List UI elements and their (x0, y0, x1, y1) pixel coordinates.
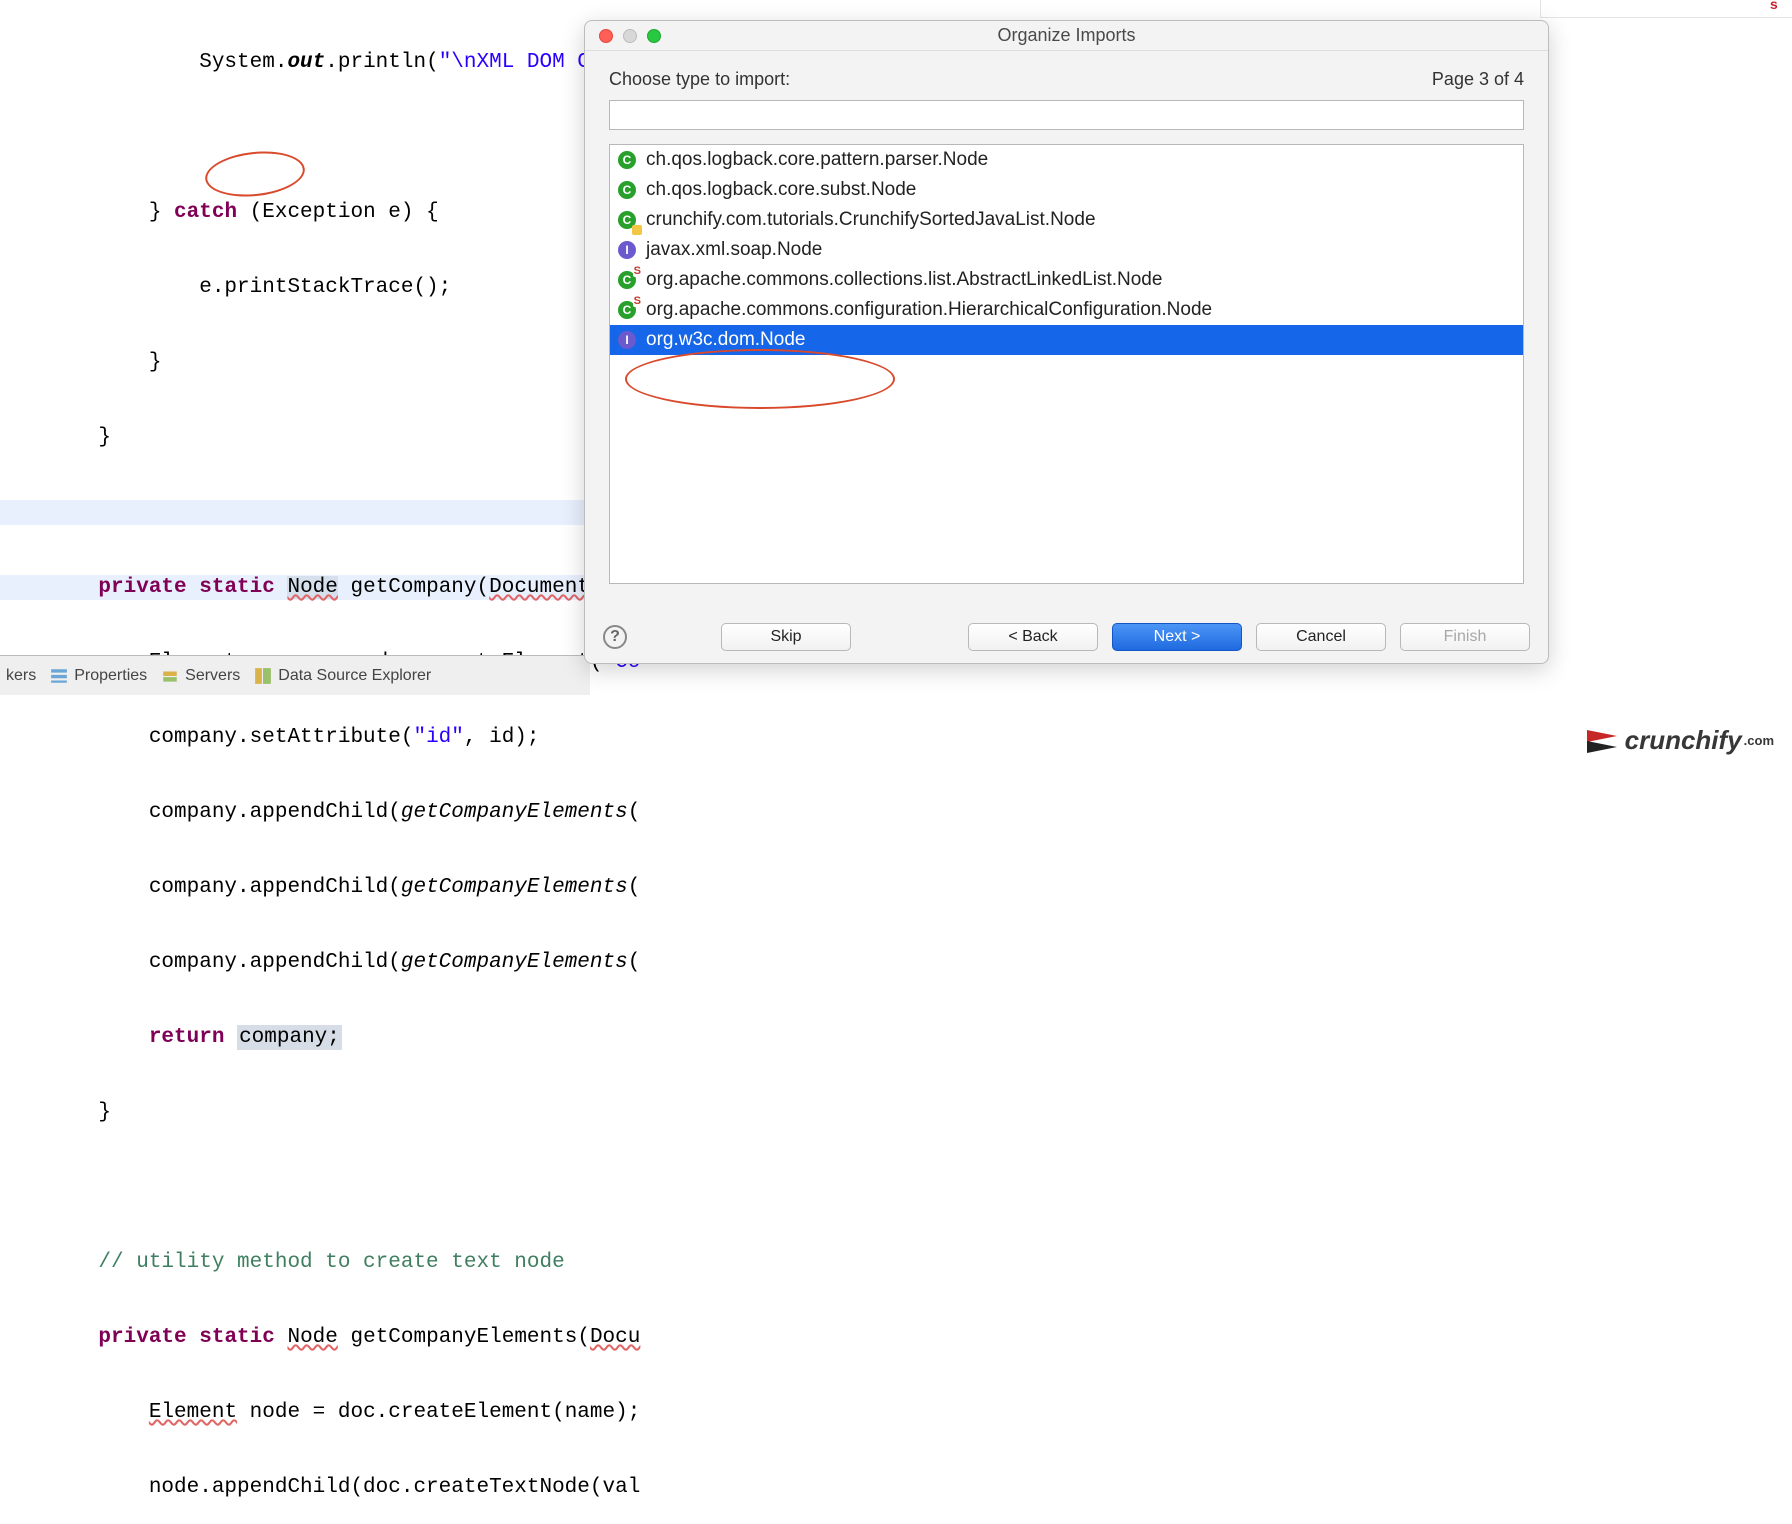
type-option-label: org.w3c.dom.Node (646, 329, 805, 351)
crunchify-mark-icon (1587, 730, 1621, 752)
class-icon: C (618, 181, 636, 199)
skip-button[interactable]: Skip (721, 623, 851, 651)
type-option-selected[interactable]: I org.w3c.dom.Node (610, 325, 1523, 355)
type-option-label: org.apache.commons.configuration.Hierarc… (646, 299, 1212, 321)
code-line: } (0, 350, 590, 375)
back-button[interactable]: < Back (968, 623, 1098, 651)
code-line: company.setAttribute("id", id); (0, 725, 590, 750)
dialog-title: Organize Imports (585, 25, 1548, 46)
code-line: System.out.println("\nXML DOM Created Su… (0, 50, 590, 75)
crunchify-logo: crunchify.com (1587, 725, 1774, 756)
type-option[interactable]: I javax.xml.soap.Node (610, 235, 1523, 265)
code-line (0, 1175, 590, 1200)
code-line: company.appendChild(getCompanyElements( (0, 800, 590, 825)
dialog-button-row: ? Skip < Back Next > Cancel Finish (603, 623, 1530, 651)
code-line: private static Node getCompany(Document … (0, 575, 590, 600)
type-filter-input[interactable] (609, 100, 1524, 130)
type-option-label: crunchify.com.tutorials.CrunchifySortedJ… (646, 209, 1096, 231)
bottom-tab-bar: kers Properties Servers Data Source Expl… (0, 655, 590, 695)
choose-type-label: Choose type to import: (609, 69, 790, 90)
organize-imports-dialog: Organize Imports Choose type to import: … (584, 20, 1549, 664)
logo-text: crunchify (1625, 725, 1742, 756)
type-option-label: ch.qos.logback.core.pattern.parser.Node (646, 149, 988, 171)
code-line: e.printStackTrace(); (0, 275, 590, 300)
type-option[interactable]: C ch.qos.logback.core.pattern.parser.Nod… (610, 145, 1523, 175)
code-editor[interactable]: System.out.println("\nXML DOM Created Su… (0, 0, 590, 655)
logo-suffix: .com (1744, 733, 1774, 748)
code-line: private static Node getCompanyElements(D… (0, 1325, 590, 1350)
type-option-label: org.apache.commons.collections.list.Abst… (646, 269, 1162, 291)
code-line: } catch (Exception e) { (0, 200, 590, 225)
code-line (0, 125, 590, 150)
interface-icon: I (618, 331, 636, 349)
static-badge-icon: S (633, 265, 642, 277)
type-option[interactable]: CS org.apache.commons.collections.list.A… (610, 265, 1523, 295)
help-button[interactable]: ? (603, 625, 627, 649)
code-line: company.appendChild(getCompanyElements( (0, 875, 590, 900)
tab-markers[interactable]: kers (6, 667, 36, 685)
code-line (0, 500, 590, 525)
page-indicator: Page 3 of 4 (1432, 69, 1524, 90)
next-button[interactable]: Next > (1112, 623, 1242, 651)
cancel-button[interactable]: Cancel (1256, 623, 1386, 651)
class-icon: C (618, 151, 636, 169)
type-option[interactable]: CS org.apache.commons.configuration.Hier… (610, 295, 1523, 325)
type-option-label: javax.xml.soap.Node (646, 239, 822, 261)
code-line: } (0, 425, 590, 450)
finish-button[interactable]: Finish (1400, 623, 1530, 651)
type-option[interactable]: C crunchify.com.tutorials.CrunchifySorte… (610, 205, 1523, 235)
data-source-icon (254, 667, 272, 685)
dialog-titlebar: Organize Imports (585, 21, 1548, 51)
code-line: node.appendChild(doc.createTextNode(val (0, 1475, 590, 1500)
tab-servers[interactable]: Servers (161, 667, 240, 685)
static-badge-icon: S (633, 295, 642, 307)
code-line: } (0, 1100, 590, 1125)
servers-icon (161, 667, 179, 685)
code-line: return company; (0, 1025, 590, 1050)
type-option-label: ch.qos.logback.core.subst.Node (646, 179, 916, 201)
code-line: Element node = doc.createElement(name); (0, 1400, 590, 1425)
code-line: // utility method to create text node (0, 1250, 590, 1275)
warning-badge-icon (632, 225, 642, 235)
type-list[interactable]: C ch.qos.logback.core.pattern.parser.Nod… (609, 144, 1524, 584)
interface-icon: I (618, 241, 636, 259)
type-option[interactable]: C ch.qos.logback.core.subst.Node (610, 175, 1523, 205)
code-line: company.appendChild(getCompanyElements( (0, 950, 590, 975)
properties-icon (50, 667, 68, 685)
right-gutter: s (1540, 0, 1792, 18)
tab-data-source-explorer[interactable]: Data Source Explorer (254, 667, 431, 685)
tab-properties[interactable]: Properties (50, 667, 147, 685)
